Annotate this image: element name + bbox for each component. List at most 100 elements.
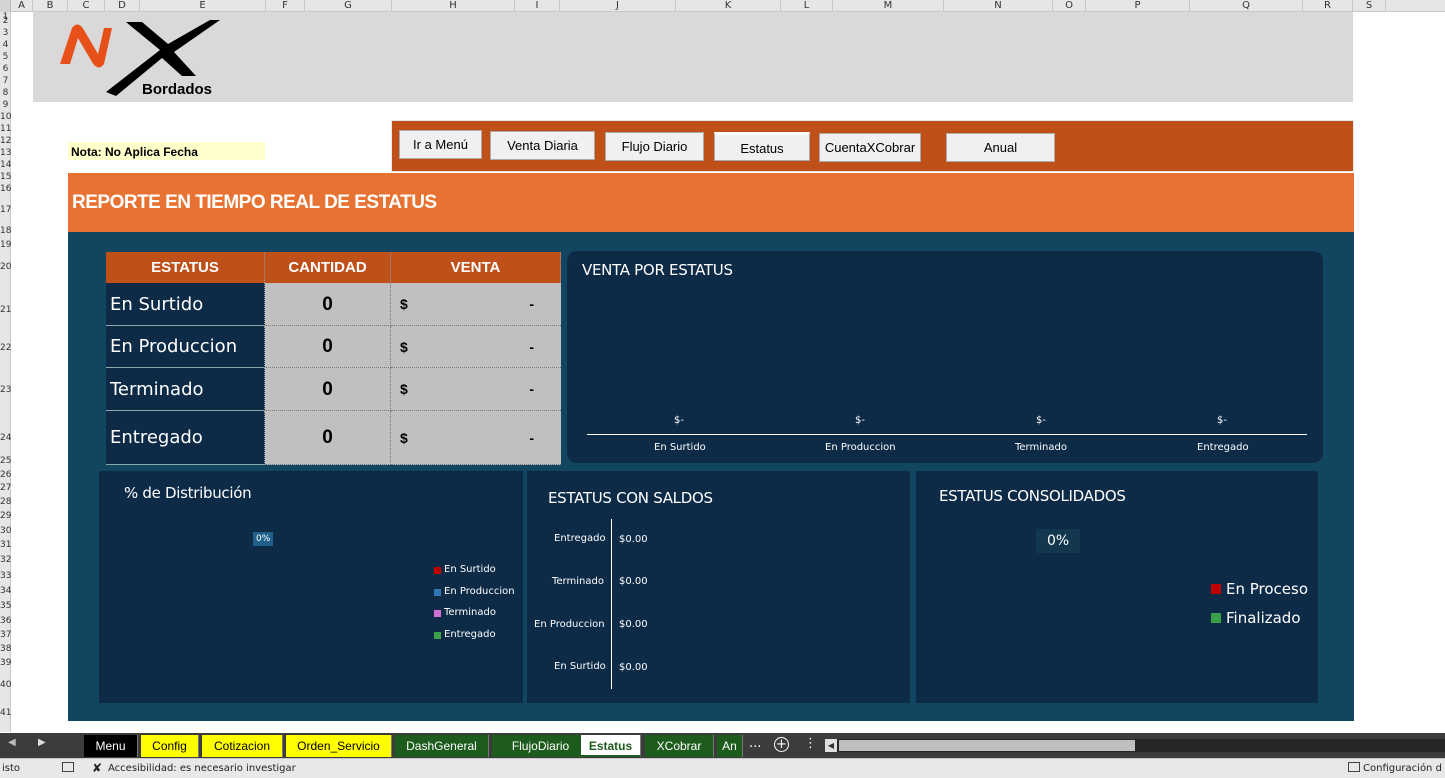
column-header[interactable]: Q (1190, 0, 1303, 12)
currency-symbol: $ (400, 296, 408, 312)
horizontal-scrollbar[interactable]: ◀ (825, 739, 1445, 752)
display-settings[interactable]: Configuración d (1363, 763, 1442, 774)
row-header[interactable]: 6 (0, 64, 11, 74)
row-header[interactable]: 31 (0, 540, 11, 550)
row-header[interactable]: 23 (0, 385, 11, 395)
row-header[interactable]: 41 (0, 708, 11, 718)
row-header[interactable]: 24 (0, 433, 11, 443)
row-header[interactable]: 14 (0, 160, 11, 170)
row-header[interactable]: 28 (0, 497, 11, 507)
column-header[interactable]: B (33, 0, 68, 12)
column-header[interactable]: F (266, 0, 305, 12)
row-header[interactable]: 16 (0, 184, 11, 194)
row-header[interactable]: 13 (0, 148, 11, 158)
sheet-tab-orden-servicio[interactable]: Orden_Servicio (286, 735, 392, 757)
row-header[interactable]: 33 (0, 571, 11, 581)
add-sheet-icon[interactable]: + (774, 737, 789, 752)
currency-symbol: $ (400, 430, 408, 446)
row-header[interactable]: 25 (0, 456, 11, 466)
sheet-tab-cotizacion[interactable]: Cotizacion (202, 735, 283, 757)
sheet-tab-estatus[interactable]: Estatus (581, 735, 641, 757)
accessibility-icon[interactable]: ✘ (92, 761, 102, 775)
status-name: Entregado (106, 411, 265, 465)
column-header[interactable]: J (560, 0, 676, 12)
row-header[interactable]: 9 (0, 100, 11, 110)
display-settings-icon[interactable] (1348, 762, 1360, 772)
row-header[interactable]: 35 (0, 601, 11, 611)
row-header[interactable]: 32 (0, 555, 11, 565)
accessibility-status[interactable]: Accesibilidad: es necesario investigar (108, 763, 296, 774)
sheet-tab-xcobrar[interactable]: XCobrar (645, 735, 714, 757)
scroll-left-icon[interactable]: ◀ (825, 739, 837, 752)
more-tabs[interactable]: ... (749, 736, 761, 751)
row-header[interactable]: 36 (0, 616, 11, 626)
column-header[interactable]: L (781, 0, 833, 12)
column-header[interactable]: A (11, 0, 33, 12)
scrollbar-thumb[interactable] (839, 740, 1135, 751)
row-header[interactable]: 21 (0, 305, 11, 315)
row-header[interactable]: 5 (0, 52, 11, 62)
venta-por-estatus-chart[interactable]: VENTA POR ESTATUS $- $- $- $- En Surtido… (567, 251, 1323, 463)
venta-diaria-button[interactable]: Venta Diaria (490, 131, 595, 160)
row-header[interactable]: 26 (0, 470, 11, 480)
column-header[interactable]: H (392, 0, 515, 12)
sheet-tab-flujodiario[interactable]: FlujoDiario (492, 735, 590, 757)
column-header[interactable]: S (1353, 0, 1386, 12)
row-header[interactable]: 20 (0, 262, 11, 272)
sheet-tab-dashgeneral[interactable]: DashGeneral (395, 735, 489, 757)
column-header[interactable]: N (944, 0, 1053, 12)
row-header[interactable]: 8 (0, 88, 11, 98)
column-header[interactable]: E (140, 0, 266, 12)
row-header[interactable]: 34 (0, 586, 11, 596)
row-header[interactable]: 29 (0, 511, 11, 521)
sheet-tab-an[interactable]: An (717, 735, 743, 757)
status-sale: $ - (391, 368, 561, 411)
column-header[interactable]: D (105, 0, 140, 12)
sheet-tab-config[interactable]: Config (141, 735, 199, 757)
scroll-tabs-left-icon[interactable]: ◀ (8, 737, 16, 748)
anual-button[interactable]: Anual (946, 133, 1055, 162)
row-header[interactable]: 4 (0, 40, 11, 50)
cuenta-x-cobrar-button[interactable]: CuentaXCobrar (819, 133, 921, 162)
sheet-tab-menu[interactable]: Menu (84, 735, 138, 757)
status-quantity: 0 (265, 283, 391, 326)
row-header[interactable]: 7 (0, 76, 11, 86)
row-header[interactable]: 30 (0, 526, 11, 536)
flujo-diario-button[interactable]: Flujo Diario (605, 132, 704, 161)
column-header[interactable]: G (305, 0, 392, 12)
options-icon[interactable]: ⋮ (804, 736, 817, 751)
column-header[interactable]: O (1053, 0, 1086, 12)
column-header[interactable]: I (515, 0, 560, 12)
select-all-corner[interactable] (0, 0, 11, 12)
column-header[interactable]: M (833, 0, 944, 12)
distribucion-chart[interactable]: % de Distribución 0% En Surtido En Produ… (99, 471, 523, 703)
column-header[interactable]: C (68, 0, 105, 12)
row-header[interactable]: 19 (0, 240, 11, 250)
column-header[interactable]: R (1303, 0, 1353, 12)
row-header[interactable]: 3 (0, 28, 11, 38)
legend-entry: Terminado (444, 607, 496, 618)
column-header[interactable]: P (1086, 0, 1190, 12)
legend-swatch (1211, 584, 1221, 594)
macro-record-icon[interactable] (62, 762, 74, 772)
column-header[interactable]: K (676, 0, 781, 12)
row-header[interactable]: 27 (0, 483, 11, 493)
row-header[interactable]: 22 (0, 343, 11, 353)
estatus-button[interactable]: Estatus (714, 132, 810, 161)
row-header[interactable]: 40 (0, 680, 11, 690)
menu-button[interactable]: Ir a Menú (399, 130, 482, 159)
row-header[interactable]: 2 (0, 16, 11, 26)
row-header[interactable]: 37 (0, 630, 11, 640)
estatus-consolidados-chart[interactable]: ESTATUS CONSOLIDADOS 0% En Proceso Final… (916, 471, 1318, 703)
scroll-tabs-right-icon[interactable]: ▶ (38, 737, 46, 748)
row-header[interactable]: 17 (0, 205, 11, 215)
row-header[interactable]: 18 (0, 226, 11, 236)
row-header[interactable]: 11 (0, 124, 11, 134)
data-label: $- (1217, 415, 1227, 426)
row-header[interactable]: 39 (0, 658, 11, 668)
estatus-con-saldos-chart[interactable]: ESTATUS CON SALDOS Entregado Terminado E… (527, 471, 910, 703)
row-header[interactable]: 38 (0, 644, 11, 654)
row-header[interactable]: 10 (0, 112, 11, 122)
row-header[interactable]: 12 (0, 136, 11, 146)
row-header[interactable]: 15 (0, 172, 11, 182)
